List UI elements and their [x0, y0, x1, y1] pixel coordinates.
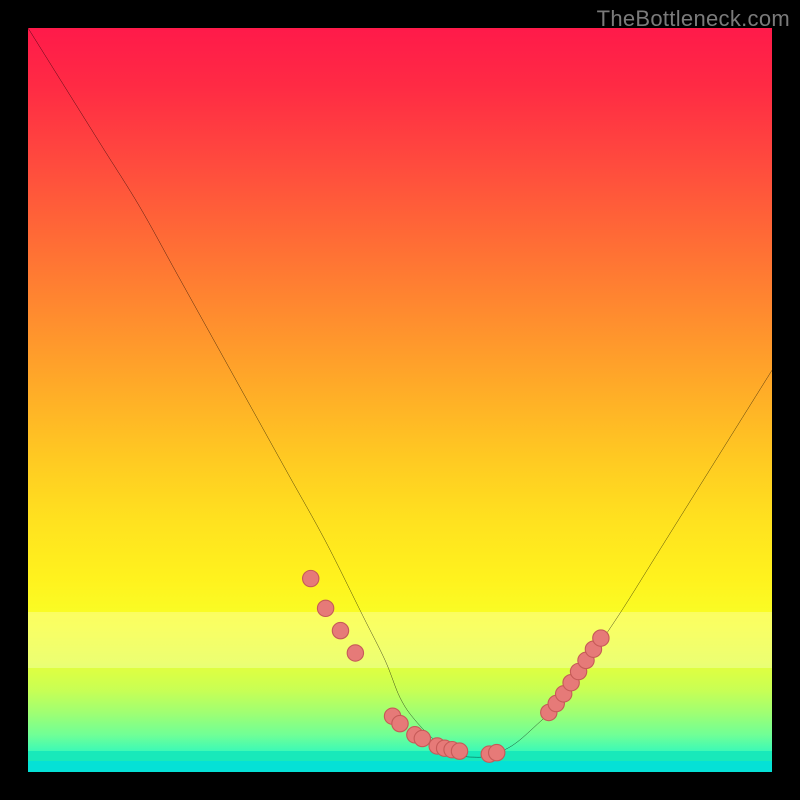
marker-group: [303, 570, 610, 762]
marker-dot: [317, 600, 333, 616]
bottleneck-curve-path: [28, 28, 772, 757]
marker-dot: [332, 622, 348, 638]
marker-dot: [392, 715, 408, 731]
marker-dot: [489, 744, 505, 760]
marker-dot: [347, 645, 363, 661]
marker-dot: [414, 730, 430, 746]
curve-layer: [28, 28, 772, 772]
marker-dot: [451, 743, 467, 759]
marker-dot: [303, 570, 319, 586]
chart-stage: TheBottleneck.com: [0, 0, 800, 800]
plot-area: [28, 28, 772, 772]
marker-dot: [593, 630, 609, 646]
